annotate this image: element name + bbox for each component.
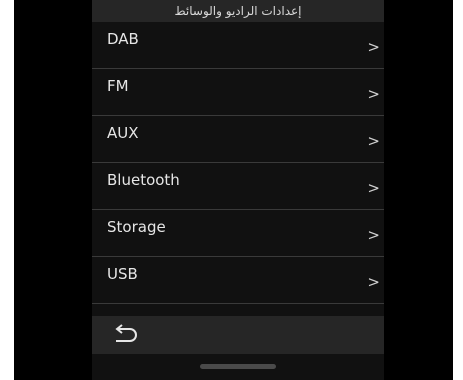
- bottom-bar: [92, 316, 384, 354]
- menu-item-aux[interactable]: AUX >: [92, 116, 384, 163]
- menu-item-label: USB: [107, 265, 138, 283]
- menu-item-label: DAB: [107, 30, 139, 48]
- menu-item-label: Bluetooth: [107, 171, 180, 189]
- menu-item-usb[interactable]: USB >: [92, 257, 384, 304]
- menu-item-dab[interactable]: DAB >: [92, 22, 384, 69]
- chevron-right-icon: >: [367, 38, 380, 56]
- back-button[interactable]: [110, 322, 144, 348]
- menu-item-fm[interactable]: FM >: [92, 69, 384, 116]
- menu-item-label: AUX: [107, 124, 139, 142]
- device-screen: إعدادات الراديو والوسائط DAB > FM > AUX …: [14, 0, 453, 380]
- chevron-right-icon: >: [367, 132, 380, 150]
- menu-item-label: Storage: [107, 218, 166, 236]
- back-arrow-icon: [115, 324, 137, 342]
- menu-item-bluetooth[interactable]: Bluetooth >: [92, 163, 384, 210]
- page-title: إعدادات الراديو والوسائط: [92, 0, 384, 22]
- chevron-right-icon: >: [367, 226, 380, 244]
- settings-menu: DAB > FM > AUX > Bluetooth > Storage > U…: [92, 22, 384, 304]
- settings-panel: إعدادات الراديو والوسائط DAB > FM > AUX …: [92, 0, 384, 380]
- chevron-right-icon: >: [367, 273, 380, 291]
- menu-item-label: FM: [107, 77, 129, 95]
- home-indicator[interactable]: [200, 364, 276, 369]
- menu-item-storage[interactable]: Storage >: [92, 210, 384, 257]
- chevron-right-icon: >: [367, 179, 380, 197]
- chevron-right-icon: >: [367, 85, 380, 103]
